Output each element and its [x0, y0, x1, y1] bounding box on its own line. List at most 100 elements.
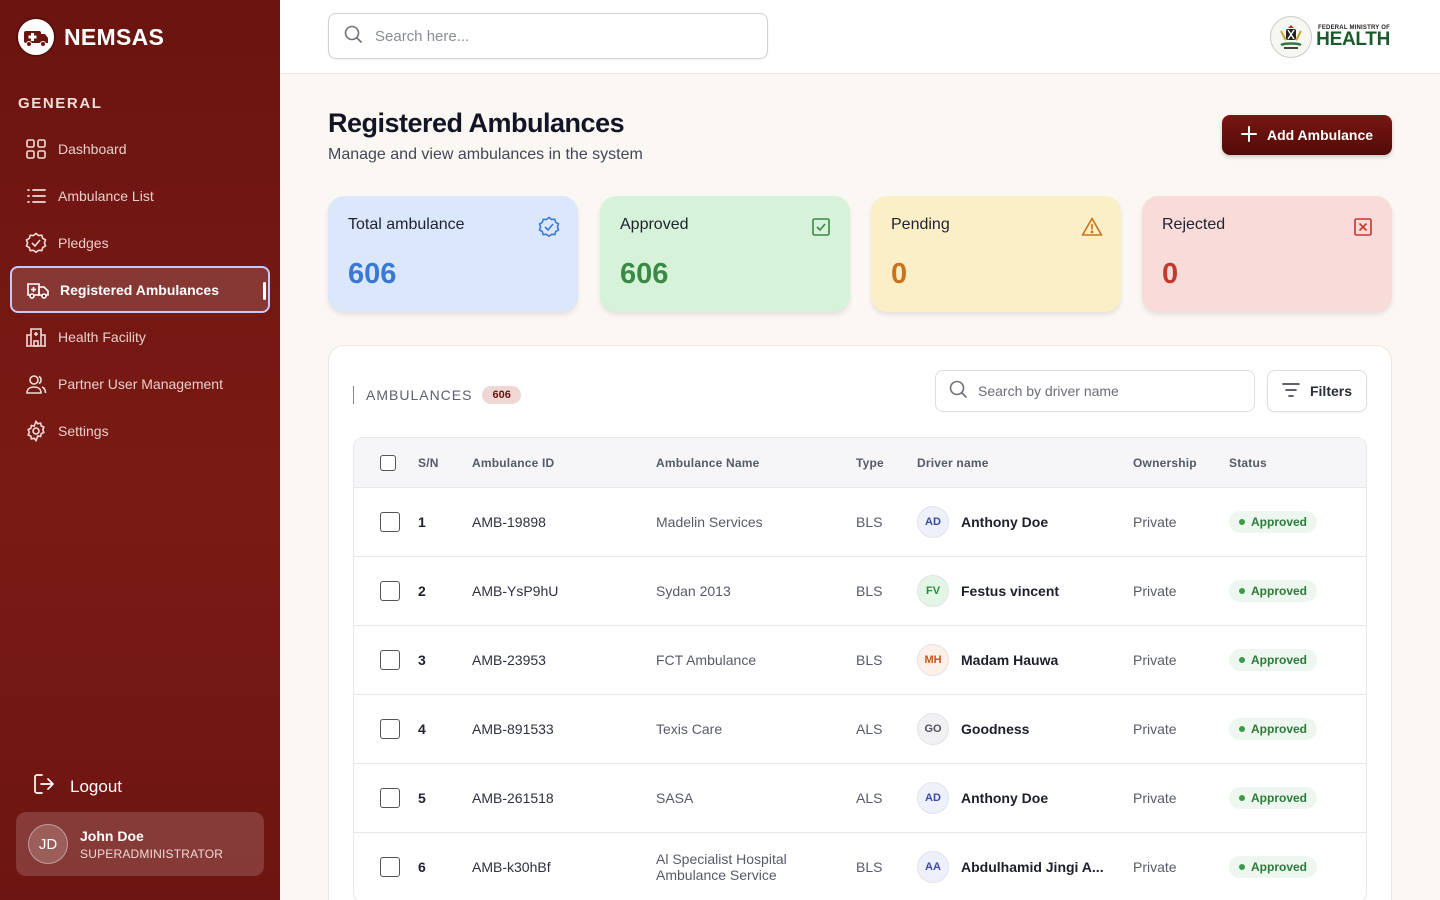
avatar: JD [28, 824, 68, 864]
row-ambulance-id: AMB-891533 [472, 721, 554, 737]
sidebar-item-pledges[interactable]: Pledges [10, 219, 270, 266]
row-ambulance-id: AMB-23953 [472, 652, 546, 668]
search-icon [948, 379, 968, 404]
status-text: Approved [1251, 584, 1308, 598]
driver-name: Madam Hauwa [961, 652, 1059, 668]
stat-card-rejected: Rejected 0 [1142, 196, 1392, 312]
sidebar-item-registered-ambulances[interactable]: Registered Ambulances [10, 266, 270, 313]
table-row[interactable]: 5 AMB-261518 SASA ALS AD Anthony Doe Pri… [354, 764, 1366, 833]
row-sn: 1 [418, 514, 426, 530]
sidebar-item-label: Ambulance List [58, 187, 154, 204]
driver-name: Festus vincent [961, 583, 1060, 599]
status-dot [1239, 588, 1245, 594]
driver-name: Anthony Doe [961, 790, 1049, 806]
sidebar-item-ambulance-list[interactable]: Ambulance List [10, 172, 270, 219]
row-driver: FV Festus vincent [917, 575, 1133, 607]
column-header: Ambulance Name [656, 455, 760, 470]
status-dot [1239, 864, 1245, 870]
row-ambulance-name: Madelin Services [656, 514, 763, 530]
sidebar-item-label: Health Facility [58, 328, 146, 345]
table-row[interactable]: 4 AMB-891533 Texis Care ALS GO Goodness … [354, 695, 1366, 764]
row-ambulance-name: Texis Care [656, 721, 723, 737]
table-body: 1 AMB-19898 Madelin Services BLS AD Anth… [354, 488, 1366, 900]
row-status: Approved [1229, 649, 1359, 671]
row-checkbox[interactable] [380, 788, 400, 808]
user-profile-card[interactable]: JD John Doe SUPERADMINISTRATOR [16, 812, 264, 876]
table-row[interactable]: 2 AMB-YsP9hU Sydan 2013 BLS FV Festus vi… [354, 557, 1366, 626]
row-ownership: Private [1133, 514, 1177, 530]
stat-card-approved: Approved 606 [600, 196, 850, 312]
row-ownership: Private [1133, 721, 1177, 737]
brand-name: NEMSAS [64, 23, 165, 50]
stat-label: Rejected [1162, 216, 1226, 233]
logout-icon [32, 772, 56, 801]
row-type: ALS [856, 721, 883, 737]
search-input[interactable] [375, 27, 745, 45]
row-checkbox[interactable] [380, 581, 400, 601]
sidebar-item-dashboard[interactable]: Dashboard [10, 125, 270, 172]
driver-avatar: AD [917, 506, 949, 538]
status-text: Approved [1251, 791, 1308, 805]
row-checkbox[interactable] [380, 650, 400, 670]
table-row[interactable]: 1 AMB-19898 Madelin Services BLS AD Anth… [354, 488, 1366, 557]
sidebar-item-partner-user-management[interactable]: Partner User Management [10, 360, 270, 407]
row-ownership: Private [1133, 859, 1177, 875]
brand[interactable]: NEMSAS [16, 17, 164, 57]
row-type: BLS [856, 652, 883, 668]
stat-card-pending: Pending 0 [871, 196, 1121, 312]
sidebar: NEMSAS GENERAL Dashboard Ambulance List … [0, 0, 280, 900]
status-dot [1239, 795, 1245, 801]
driver-avatar: GO [917, 713, 949, 745]
sidebar-item-label: Dashboard [58, 140, 127, 157]
table-row[interactable]: 6 AMB-k30hBf Al Specialist Hospital Ambu… [354, 833, 1366, 900]
sidebar-item-label: Registered Ambulances [60, 281, 219, 298]
row-driver: AD Anthony Doe [917, 506, 1133, 538]
logout-label: Logout [70, 776, 122, 796]
global-search[interactable] [328, 13, 768, 59]
select-all-checkbox[interactable] [380, 454, 396, 471]
row-sn: 6 [418, 859, 426, 875]
row-ownership: Private [1133, 652, 1177, 668]
nemsas-logo-icon [16, 17, 56, 57]
status-text: Approved [1251, 722, 1308, 736]
driver-avatar: FV [917, 575, 949, 607]
row-status: Approved [1229, 580, 1359, 602]
column-header: Ambulance ID [472, 455, 555, 470]
sidebar-item-health-facility[interactable]: Health Facility [10, 313, 270, 360]
filter-icon [1282, 382, 1300, 401]
status-badge: Approved [1229, 580, 1318, 602]
x-square-icon [1352, 216, 1374, 238]
row-ambulance-name: Al Specialist Hospital Ambulance Service [656, 851, 787, 883]
add-ambulance-button[interactable]: Add Ambulance [1222, 115, 1392, 155]
badge-check-icon [24, 231, 48, 255]
sidebar-item-label: Partner User Management [58, 375, 223, 392]
row-sn: 2 [418, 583, 426, 599]
sidebar-item-label: Pledges [58, 234, 109, 251]
column-header: S/N [418, 455, 439, 470]
row-ambulance-id: AMB-YsP9hU [472, 583, 559, 599]
page-title: Registered Ambulances [328, 108, 625, 138]
user-role: SUPERADMINISTRATOR [80, 846, 224, 861]
row-type: ALS [856, 790, 883, 806]
grid-icon [24, 137, 48, 161]
status-dot [1239, 657, 1245, 663]
sidebar-item-settings[interactable]: Settings [10, 407, 270, 454]
row-ambulance-id: AMB-k30hBf [472, 859, 551, 875]
row-sn: 4 [418, 721, 426, 737]
row-ambulance-name: FCT Ambulance [656, 652, 757, 668]
row-sn: 3 [418, 652, 426, 668]
row-ambulance-id: AMB-19898 [472, 514, 546, 530]
panel-header: AMBULANCES 606 [353, 386, 521, 404]
row-checkbox[interactable] [380, 512, 400, 532]
logout-button[interactable]: Logout [32, 772, 122, 801]
row-type: BLS [856, 859, 883, 875]
filters-button[interactable]: Filters [1267, 370, 1367, 412]
driver-search[interactable] [935, 370, 1255, 412]
stat-label: Total ambulance [348, 216, 465, 233]
row-checkbox[interactable] [380, 719, 400, 739]
driver-search-input[interactable] [978, 383, 1248, 399]
driver-avatar: AA [917, 851, 949, 883]
row-checkbox[interactable] [380, 857, 400, 877]
ministry-big-text: HEALTH [1316, 29, 1390, 50]
table-row[interactable]: 3 AMB-23953 FCT Ambulance BLS MH Madam H… [354, 626, 1366, 695]
